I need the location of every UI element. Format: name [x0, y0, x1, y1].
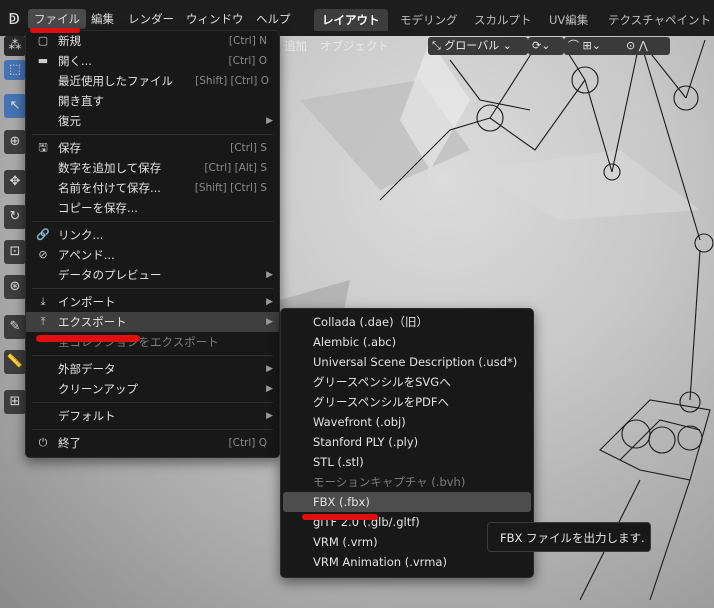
menu-item-revert[interactable]: 開き直す — [26, 91, 279, 111]
transform-tool-icon[interactable]: ⊛ — [4, 275, 26, 299]
separator — [32, 402, 273, 403]
annotate-tool-icon[interactable]: ✎ — [4, 315, 26, 339]
submenu-arrow-icon: ▶ — [266, 364, 273, 374]
export-usd[interactable]: Universal Scene Description (.usd*) — [283, 352, 531, 372]
chevron-down-icon: ⌄ — [502, 39, 512, 52]
separator — [32, 221, 273, 222]
scale-tool-icon[interactable]: ⊡ — [4, 240, 26, 264]
menu-item-recover[interactable]: 復元 ▶ — [26, 111, 279, 131]
menu-item-save-as[interactable]: 名前を付けて保存... [Shift] [Ctrl] S — [26, 178, 279, 198]
separator — [32, 134, 273, 135]
export-collada[interactable]: Collada (.dae)（旧） — [283, 312, 531, 332]
export-grease-pencil-pdf[interactable]: グリースペンシルをPDFへ — [283, 392, 531, 412]
snap-toggle[interactable]: ⌒ ⊞⌄ — [564, 37, 626, 55]
menu-item-export[interactable]: ⤒ エクスポート ▶ — [26, 312, 279, 332]
red-underline-export — [36, 335, 140, 342]
rotate-tool-icon[interactable]: ↻ — [4, 205, 26, 229]
move-tool-icon[interactable]: ✥ — [4, 170, 26, 194]
import-icon: ⤓ — [40, 295, 46, 308]
separator — [32, 355, 273, 356]
menu-item-save-incremental[interactable]: 数字を追加して保存 [Ctrl] [Alt] S — [26, 158, 279, 178]
export-alembic[interactable]: Alembic (.abc) — [283, 332, 531, 352]
menu-item-open-recent[interactable]: 最近使用したファイル [Shift] [Ctrl] O — [26, 71, 279, 91]
menu-item-data-previews[interactable]: データのプレビュー ▶ — [26, 265, 279, 285]
append-icon: ⊘ — [38, 248, 48, 261]
pivot-point-dropdown[interactable]: ⟳⌄ — [528, 37, 564, 55]
export-vrma[interactable]: VRM Animation (.vrma) — [283, 552, 531, 572]
export-wavefront-obj[interactable]: Wavefront (.obj) — [283, 412, 531, 432]
select-box-icon[interactable]: ⬚ — [4, 60, 26, 80]
submenu-arrow-icon: ▶ — [266, 384, 273, 394]
transform-orientation-dropdown[interactable]: ⤡ グローバル ⌄ — [428, 37, 528, 55]
proportional-editing-toggle[interactable]: ⊙ ⋀ — [622, 37, 670, 55]
menu-item-cleanup[interactable]: クリーンアップ ▶ — [26, 379, 279, 399]
export-bvh[interactable]: モーションキャプチャ (.bvh) — [283, 472, 531, 492]
export-stanford-ply[interactable]: Stanford PLY (.ply) — [283, 432, 531, 452]
menu-item-open[interactable]: ▬ 開く... [Ctrl] O — [26, 51, 279, 71]
cursor-tool-icon[interactable]: ⊕ — [4, 130, 26, 154]
add-cube-tool-icon[interactable]: ⊞ — [4, 390, 26, 414]
export-icon: ⤒ — [40, 315, 46, 328]
export-grease-pencil-svg[interactable]: グリースペンシルをSVGへ — [283, 372, 531, 392]
separator — [32, 429, 273, 430]
submenu-arrow-icon: ▶ — [266, 317, 273, 327]
file-menu: ▢ 新規 [Ctrl] N ▬ 開く... [Ctrl] O 最近使用したファイ… — [25, 30, 280, 458]
submenu-arrow-icon: ▶ — [266, 116, 273, 126]
orientation-icon: ⤡ — [432, 39, 441, 52]
orientation-value: グローバル — [444, 39, 500, 52]
export-stl[interactable]: STL (.stl) — [283, 452, 531, 472]
mode-selector-icon[interactable]: ⁂ — [4, 36, 26, 56]
object-menu[interactable]: オブジェクト — [320, 37, 389, 55]
menu-item-append[interactable]: ⊘ アペンド... — [26, 245, 279, 265]
measure-tool-icon[interactable]: 📏 — [4, 350, 26, 374]
menu-item-new[interactable]: ▢ 新規 [Ctrl] N — [26, 31, 279, 51]
separator — [32, 288, 273, 289]
red-underline-file — [30, 28, 80, 33]
menu-item-external-data[interactable]: 外部データ ▶ — [26, 359, 279, 379]
red-underline-fbx — [302, 514, 378, 520]
submenu-arrow-icon: ▶ — [266, 297, 273, 307]
menu-item-quit[interactable]: ⏻ 終了 [Ctrl] Q — [26, 433, 279, 453]
fbx-tooltip: FBX ファイルを出力します. — [487, 522, 651, 552]
menu-item-link[interactable]: 🔗 リンク... — [26, 225, 279, 245]
link-icon: 🔗 — [36, 228, 50, 241]
submenu-arrow-icon: ▶ — [266, 270, 273, 280]
menu-item-defaults[interactable]: デフォルト ▶ — [26, 406, 279, 426]
save-icon: 🖫 — [38, 141, 48, 154]
submenu-arrow-icon: ▶ — [266, 411, 273, 421]
menu-item-import[interactable]: ⤓ インポート ▶ — [26, 292, 279, 312]
power-icon: ⏻ — [38, 436, 48, 449]
export-fbx[interactable]: FBX (.fbx) — [283, 492, 531, 512]
new-file-icon: ▢ — [37, 34, 49, 47]
tweak-tool-icon[interactable]: ↖ — [4, 94, 26, 118]
menu-item-save-copy[interactable]: コピーを保存... — [26, 198, 279, 218]
add-menu[interactable]: 追加 — [284, 37, 307, 55]
menu-item-save[interactable]: 🖫 保存 [Ctrl] S — [26, 138, 279, 158]
folder-icon: ▬ — [37, 54, 49, 67]
